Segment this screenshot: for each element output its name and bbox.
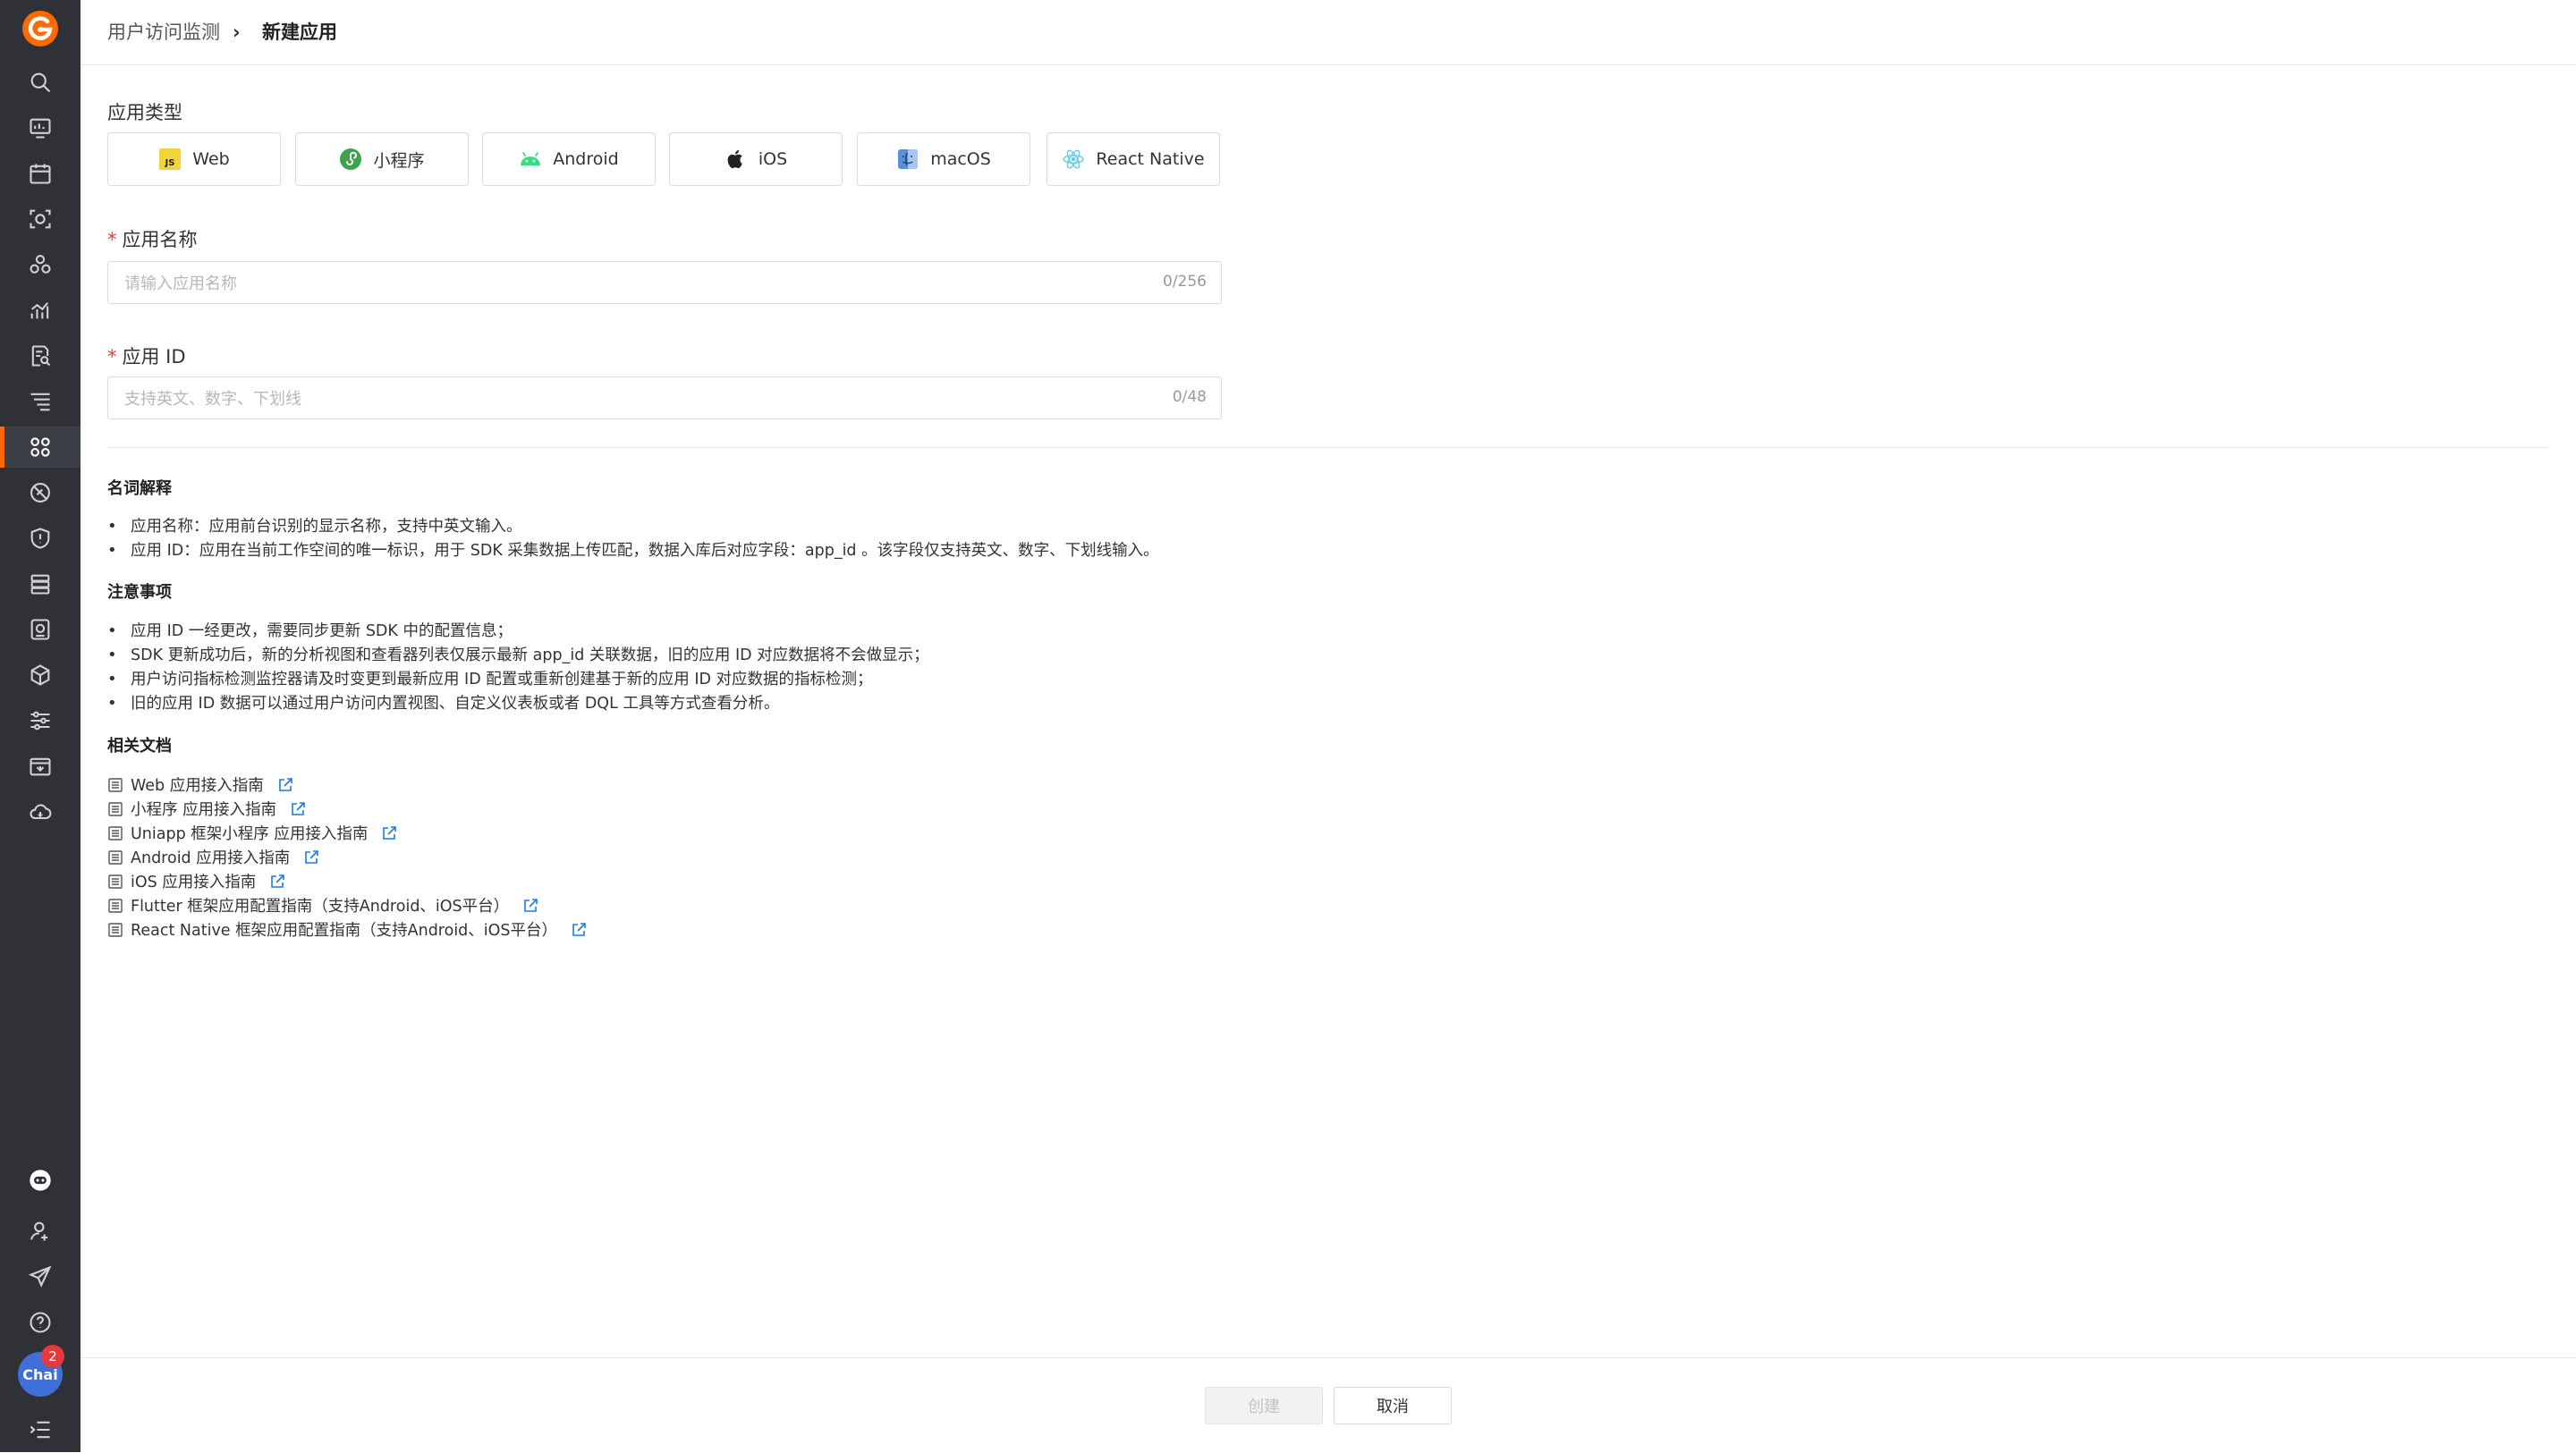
- document-icon: [108, 801, 123, 816]
- analytics-icon[interactable]: [20, 290, 61, 331]
- external-link-icon[interactable]: [302, 849, 320, 866]
- create-button[interactable]: 创建: [1205, 1387, 1323, 1424]
- external-link-icon[interactable]: [268, 873, 286, 891]
- document-icon: [108, 849, 123, 865]
- integration-cube-icon[interactable]: [20, 655, 61, 696]
- app-type-android-option[interactable]: Android: [482, 132, 656, 186]
- doc-link[interactable]: Flutter 框架应用配置指南（支持Android、iOS平台）: [107, 893, 539, 917]
- monitor-icon[interactable]: [20, 609, 61, 650]
- app-type-android-label: Android: [553, 149, 619, 169]
- macos-icon: [898, 149, 919, 169]
- glossary-item: 应用名称：应用前台识别的显示名称，支持中英文输入。: [107, 514, 522, 539]
- app-type-miniprogram-label: 小程序: [373, 150, 425, 171]
- app-type-ios-option[interactable]: iOS: [669, 132, 843, 186]
- document-icon: [108, 825, 123, 841]
- miniprogram-icon: [340, 148, 362, 170]
- report-search-icon[interactable]: [20, 335, 61, 376]
- notes-title: 注意事项: [107, 583, 172, 602]
- search-icon[interactable]: [20, 62, 61, 103]
- doc-link[interactable]: Uniapp 框架小程序 应用接入指南: [107, 821, 398, 845]
- log-list-icon[interactable]: [20, 381, 61, 422]
- security-shield-icon[interactable]: [20, 518, 61, 559]
- docs-title: 相关文档: [107, 737, 172, 756]
- dashboard-icon[interactable]: [20, 107, 61, 148]
- app-type-ios-label: iOS: [758, 149, 788, 169]
- page-title: 新建应用: [262, 21, 337, 43]
- doc-link[interactable]: Web 应用接入指南: [107, 773, 294, 797]
- app-id-field[interactable]: 0/48: [107, 376, 1222, 420]
- app-type-react-native-option[interactable]: React Native: [1046, 132, 1220, 186]
- app-name-input[interactable]: [123, 262, 1110, 305]
- app-name-label: * 应用名称: [107, 229, 198, 250]
- notes-item: 旧的应用 ID 数据可以通过用户访问内置视图、自定义仪表板或者 DQL 工具等方…: [107, 691, 779, 716]
- document-icon: [108, 922, 123, 937]
- external-link-icon[interactable]: [380, 824, 398, 842]
- doc-link[interactable]: iOS 应用接入指南: [107, 869, 286, 893]
- doc-link[interactable]: 小程序 应用接入指南: [107, 797, 307, 821]
- notes-item: 应用 ID 一经更改，需要同步更新 SDK 中的配置信息；: [107, 619, 513, 644]
- app-type-react-native-label: React Native: [1096, 149, 1205, 169]
- app-type-macos-option[interactable]: macOS: [857, 132, 1030, 186]
- android-icon: [521, 152, 541, 165]
- synthetic-test-icon[interactable]: [20, 472, 61, 513]
- external-link-icon[interactable]: [521, 897, 539, 915]
- notification-badge: 2: [41, 1345, 64, 1368]
- app-type-web-option[interactable]: JS Web: [107, 132, 281, 186]
- cluster-icon[interactable]: [20, 244, 61, 285]
- glossary-item: 应用 ID：应用在当前工作空间的唯一标识，用于 SDK 采集数据上传匹配，数据入…: [107, 538, 1159, 563]
- rum-apps-icon[interactable]: [0, 427, 80, 468]
- scan-icon[interactable]: [20, 199, 61, 240]
- billing-icon[interactable]: [20, 746, 61, 787]
- calendar-icon[interactable]: [20, 153, 61, 194]
- brand-logo-icon[interactable]: [21, 9, 60, 48]
- app-type-label: 应用类型: [107, 102, 182, 123]
- document-icon: [108, 898, 123, 913]
- required-mark: *: [107, 229, 117, 250]
- external-link-icon[interactable]: [289, 800, 307, 818]
- external-link-icon[interactable]: [570, 921, 588, 939]
- app-id-label: * 应用 ID: [107, 346, 186, 367]
- document-icon: [108, 777, 123, 792]
- doc-link[interactable]: React Native 框架应用配置指南（支持Android、iOS平台）: [107, 917, 588, 942]
- js-icon: JS: [159, 148, 182, 170]
- collapse-menu-icon[interactable]: [20, 1409, 61, 1450]
- required-mark: *: [107, 346, 117, 367]
- notes-item: SDK 更新成功后，新的分析视图和查看器列表仅展示最新 app_id 关联数据，…: [107, 643, 929, 668]
- apple-icon: [727, 149, 742, 169]
- help-icon[interactable]: [20, 1302, 61, 1343]
- user-account-icon[interactable]: [20, 1211, 61, 1252]
- svg-text:JS: JS: [165, 158, 175, 168]
- assistant-bot-icon[interactable]: [20, 1160, 61, 1201]
- external-link-icon[interactable]: [276, 776, 294, 794]
- notes-item: 用户访问指标检测监控器请及时变更到最新应用 ID 配置或重新创建基于新的应用 I…: [107, 667, 873, 692]
- breadcrumb-parent-link[interactable]: 用户访问监测: [107, 20, 220, 45]
- breadcrumb-separator: ›: [233, 21, 241, 43]
- settings-sliders-icon[interactable]: [20, 700, 61, 741]
- react-icon: [1063, 149, 1085, 169]
- sidebar: Chai 2: [0, 0, 80, 1452]
- section-divider: [107, 447, 2549, 448]
- doc-link[interactable]: Android 应用接入指南: [107, 845, 320, 869]
- app-name-field[interactable]: 0/256: [107, 261, 1222, 305]
- send-icon[interactable]: [20, 1256, 61, 1297]
- glossary-title: 名词解释: [107, 479, 172, 498]
- app-id-input[interactable]: [123, 377, 1110, 420]
- app-id-counter: 0/48: [1172, 388, 1207, 406]
- app-type-miniprogram-option[interactable]: 小程序: [295, 132, 469, 186]
- breadcrumb: 用户访问监测 › 新建应用: [80, 0, 2576, 65]
- database-icon[interactable]: [20, 563, 61, 604]
- cancel-button[interactable]: 取消: [1334, 1387, 1452, 1424]
- app-type-macos-label: macOS: [930, 149, 991, 169]
- app-name-counter: 0/256: [1163, 273, 1207, 291]
- document-icon: [108, 874, 123, 889]
- app-type-web-label: Web: [192, 149, 230, 169]
- form-footer: 创建 取消: [80, 1357, 2576, 1453]
- cloud-icon[interactable]: [20, 791, 61, 832]
